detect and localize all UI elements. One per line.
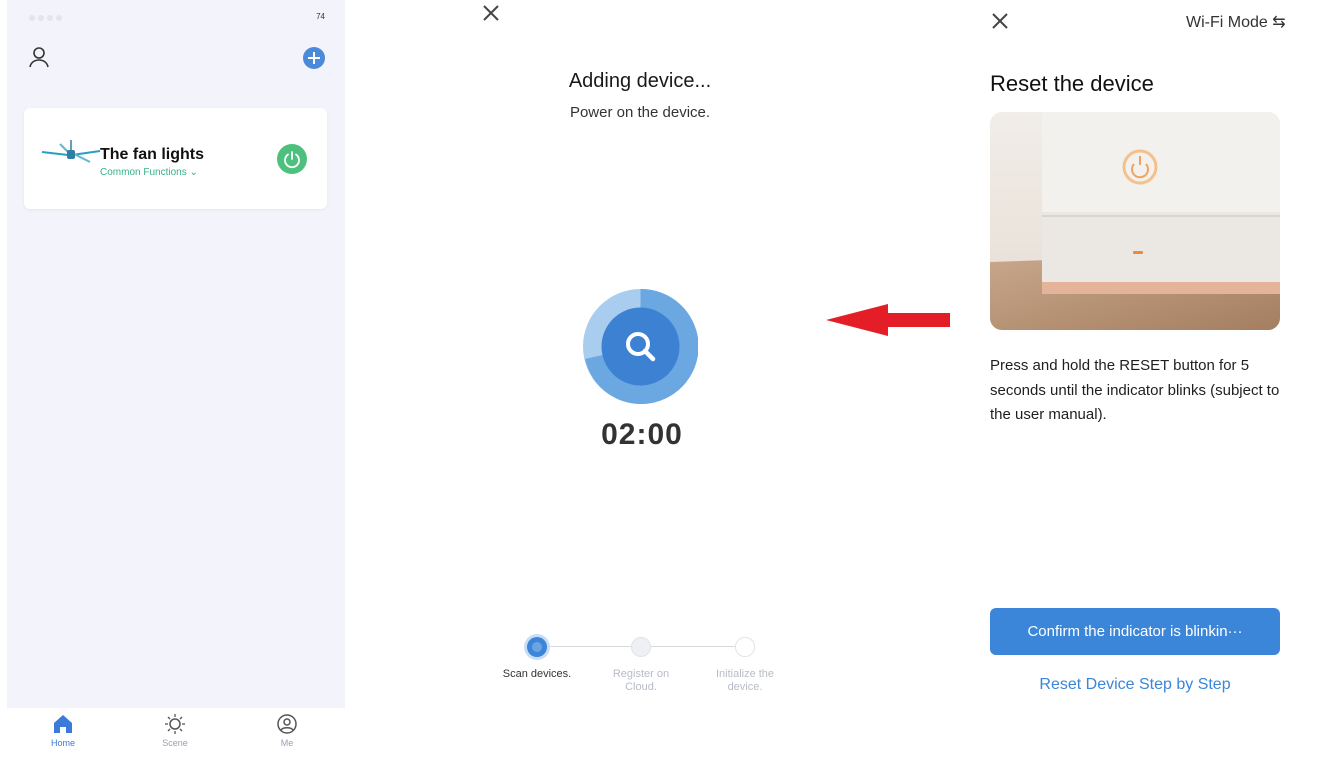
user-icon[interactable] bbox=[27, 45, 51, 69]
power-icon bbox=[284, 151, 300, 169]
common-functions-link[interactable]: Common Functions ⌄ bbox=[100, 167, 198, 178]
adding-title: Adding device... bbox=[568, 70, 712, 92]
close-icon[interactable] bbox=[990, 11, 1010, 31]
confirm-blinking-button[interactable]: Confirm the indicator is blinkin··· bbox=[990, 608, 1280, 655]
tab-scene-label: Scene bbox=[162, 738, 188, 748]
tab-scene[interactable]: Scene bbox=[145, 714, 205, 760]
status-icons bbox=[29, 14, 89, 22]
reset-instructions: Press and hold the RESET button for 5 se… bbox=[990, 357, 1280, 423]
adding-subtitle: Power on the device. bbox=[569, 104, 711, 121]
sun-icon bbox=[165, 714, 185, 734]
add-device-button[interactable] bbox=[303, 47, 325, 69]
cloud-icon bbox=[631, 637, 651, 657]
power-button[interactable] bbox=[277, 144, 307, 174]
home-icon bbox=[54, 715, 72, 733]
countdown-timer: 02:00 bbox=[601, 418, 683, 451]
step-initialize-label: Initialize the device. bbox=[715, 668, 775, 693]
battery-level: 74 bbox=[316, 12, 325, 21]
initialize-icon bbox=[735, 637, 755, 657]
device-name: The fan lights bbox=[100, 146, 204, 163]
step-register-label: Register on Cloud. bbox=[612, 668, 670, 693]
tab-me-label: Me bbox=[280, 738, 294, 748]
progress-steps: Scan devices. Register on Cloud. Initial… bbox=[500, 636, 800, 706]
reset-title: Reset the device bbox=[990, 71, 1154, 96]
device-card[interactable]: The fan lights Common Functions ⌄ bbox=[24, 108, 327, 209]
bottom-tab-bar: Home Scene Me bbox=[7, 708, 345, 760]
close-icon[interactable] bbox=[481, 3, 501, 23]
profile-icon bbox=[277, 714, 297, 734]
step-scan-dot bbox=[527, 637, 547, 657]
tab-me[interactable]: Me bbox=[257, 714, 317, 760]
tab-home[interactable]: Home bbox=[33, 714, 93, 760]
tab-home-label: Home bbox=[50, 738, 75, 748]
device-reset-image bbox=[990, 112, 1280, 330]
red-arrow-icon bbox=[826, 304, 950, 336]
step-scan-label: Scan devices. bbox=[502, 668, 572, 680]
reset-step-by-step-link[interactable]: Reset Device Step by Step bbox=[990, 676, 1280, 694]
home-screen: 74 The fan lights Common Functions ⌄ Hom… bbox=[7, 0, 345, 760]
status-bar: 74 bbox=[7, 10, 345, 30]
wifi-mode-toggle[interactable]: Wi-Fi Mode ⇆ bbox=[1186, 12, 1286, 32]
scanning-animation bbox=[583, 288, 699, 404]
